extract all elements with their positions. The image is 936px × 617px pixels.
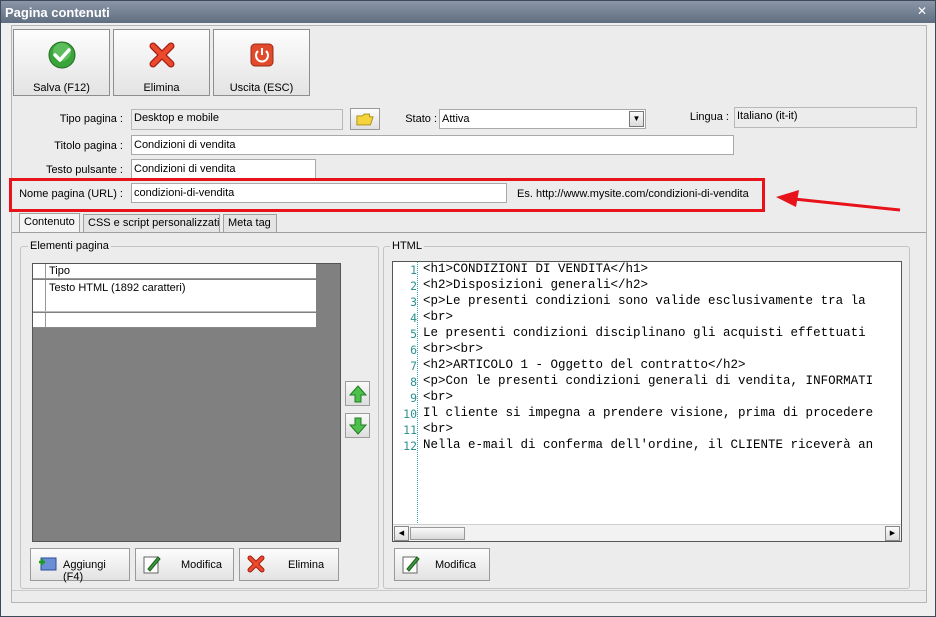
code-line[interactable]: <br><br> (423, 342, 483, 356)
line-number: 1 (410, 263, 417, 277)
line-number: 12 (403, 439, 417, 453)
status-label: Stato : (405, 113, 437, 125)
window-titlebar: Pagina contenuti ✕ (1, 1, 935, 23)
status-bar (12, 590, 926, 602)
page-title-label: Titolo pagina : (54, 140, 123, 152)
edit-html-button[interactable]: Modifica (394, 548, 490, 581)
row-indicator (33, 280, 46, 311)
folder-icon (356, 113, 374, 126)
arrow-down-icon (348, 417, 368, 435)
line-number: 7 (410, 359, 417, 373)
row-cell-type: Testo HTML (1892 caratteri) (49, 282, 186, 294)
power-icon (250, 43, 274, 67)
code-line[interactable]: <p>Le presenti condizioni sono valide es… (423, 294, 866, 308)
exit-button[interactable]: Uscita (ESC) (213, 29, 310, 96)
page-name-input[interactable]: condizioni-di-vendita (131, 183, 507, 203)
code-line[interactable]: <h1>CONDIZIONI DI VENDITA</h1> (423, 262, 648, 276)
table-row-new[interactable] (33, 313, 316, 328)
edit-html-label: Modifica (435, 559, 476, 571)
scroll-thumb[interactable] (410, 527, 465, 540)
code-line[interactable]: <p>Con le presenti condizioni generali d… (423, 374, 873, 388)
code-line[interactable]: <h2>Disposizioni generali</h2> (423, 278, 648, 292)
line-number: 11 (403, 423, 417, 437)
language-label: Lingua : (689, 111, 729, 123)
code-line[interactable]: Nella e-mail di conferma dell'ordine, il… (423, 438, 873, 452)
chevron-down-icon[interactable]: ▼ (629, 111, 644, 127)
red-arrow-icon (776, 190, 901, 212)
line-number: 3 (410, 295, 417, 309)
status-select[interactable]: Attiva ▼ (439, 109, 646, 129)
column-header-tipo[interactable]: Tipo (49, 265, 70, 277)
close-icon[interactable]: ✕ (915, 4, 929, 18)
row-indicator (33, 264, 46, 278)
move-up-button[interactable] (345, 381, 370, 406)
line-number: 4 (410, 311, 417, 325)
code-line[interactable]: <h2>ARTICOLO 1 - Oggetto del contratto</… (423, 358, 746, 372)
button-text-label: Testo pulsante : (45, 164, 123, 176)
red-x-icon (247, 555, 265, 573)
html-editor[interactable]: 1 2 3 4 5 6 7 8 9 10 11 12 <h1>CONDIZION… (392, 261, 902, 542)
move-down-button[interactable] (345, 413, 370, 438)
elements-grid[interactable]: Tipo Testo HTML (1892 caratteri) (32, 263, 341, 542)
tab-divider (12, 232, 926, 233)
save-button[interactable]: Salva (F12) (13, 29, 110, 96)
edit-icon (143, 556, 161, 574)
edit-icon (402, 556, 420, 574)
checkmark-icon (48, 41, 76, 69)
tab-css-script[interactable]: CSS e script personalizzati (83, 214, 220, 232)
grid-header: Tipo (33, 264, 316, 279)
red-x-icon (149, 42, 175, 68)
add-icon (39, 557, 57, 571)
window-title: Pagina contenuti (5, 5, 110, 20)
page-type-label: Tipo pagina : (59, 113, 123, 125)
html-group-title: HTML (390, 240, 424, 252)
line-number: 5 (410, 327, 417, 341)
browse-page-type-button[interactable] (350, 108, 380, 130)
save-label: Salva (F12) (33, 82, 90, 94)
add-element-button[interactable]: Aggiungi (F4) (30, 548, 130, 583)
code-line[interactable]: <br> (423, 422, 453, 436)
edit-element-label: Modifica (181, 559, 222, 571)
delete-element-button[interactable]: Elimina (239, 548, 339, 581)
page-title-input[interactable]: Condizioni di vendita (131, 135, 734, 155)
exit-label: Uscita (ESC) (229, 82, 294, 94)
form-panel: Salva (F12) Elimina Uscita (ESC) Tipo pa… (9, 25, 927, 603)
button-text-input[interactable]: Condizioni di vendita (131, 159, 316, 179)
tab-contenuto[interactable]: Contenuto (19, 213, 80, 232)
line-number: 8 (410, 375, 417, 389)
code-line[interactable]: <br> (423, 390, 453, 404)
scroll-right-icon[interactable]: ▶ (885, 526, 900, 541)
horizontal-scrollbar[interactable]: ◀ ▶ (393, 524, 901, 541)
content-page-window: Pagina contenuti ✕ Salva (F12) Elimina U… (0, 0, 936, 617)
line-number-gutter: 1 2 3 4 5 6 7 8 9 10 11 12 (393, 262, 418, 525)
tab-meta-tag[interactable]: Meta tag (223, 214, 277, 232)
elements-group-title: Elementi pagina (28, 240, 111, 252)
arrow-up-icon (348, 385, 368, 403)
row-indicator (33, 313, 46, 327)
edit-element-button[interactable]: Modifica (135, 548, 234, 581)
scroll-left-icon[interactable]: ◀ (394, 526, 409, 541)
code-line[interactable]: Le presenti condizioni disciplinano gli … (423, 326, 866, 340)
delete-page-button[interactable]: Elimina (113, 29, 210, 96)
url-example: Es. http://www.mysite.com/condizioni-di-… (517, 188, 749, 200)
table-row[interactable]: Testo HTML (1892 caratteri) (33, 280, 316, 312)
delete-page-label: Elimina (143, 82, 180, 94)
page-type-field[interactable]: Desktop e mobile (131, 109, 343, 130)
line-number: 2 (410, 279, 417, 293)
language-field[interactable]: Italiano (it-it) (734, 107, 917, 128)
status-value: Attiva (442, 113, 470, 125)
code-line[interactable]: Il cliente si impegna a prendere visione… (423, 406, 873, 420)
code-line[interactable]: <br> (423, 310, 453, 324)
delete-element-label: Elimina (288, 559, 325, 571)
page-name-label: Nome pagina (URL) : (19, 188, 123, 200)
line-number: 10 (403, 407, 417, 421)
add-element-label: Aggiungi (F4) (63, 559, 106, 583)
line-number: 9 (410, 391, 417, 405)
line-number: 6 (410, 343, 417, 357)
